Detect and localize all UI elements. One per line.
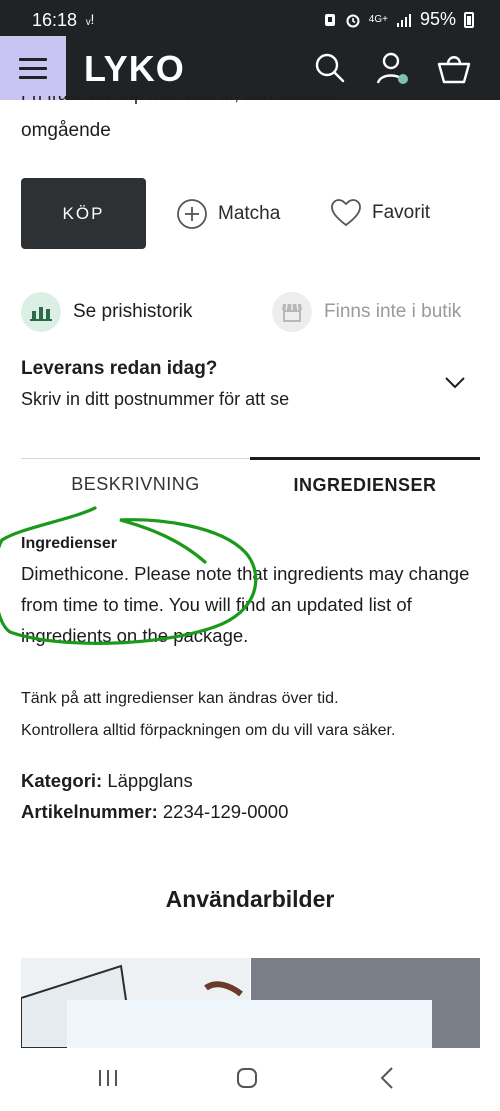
store-availability: Finns inte i butik: [272, 292, 461, 332]
note-line-1: Tänk på att ingredienser kan ändras över…: [21, 690, 339, 707]
match-button[interactable]: Matcha: [176, 198, 280, 230]
back-icon[interactable]: [378, 1066, 396, 1090]
delivery-title: Leverans redan idag?: [21, 358, 218, 379]
logo[interactable]: LYKO: [84, 48, 185, 90]
note-line-2: Kontrollera alltid förpackningen om du v…: [21, 722, 396, 739]
battery-saver-icon: [324, 13, 335, 26]
category-value[interactable]: Läppglans: [107, 770, 192, 791]
article-value: 2234-129-0000: [162, 801, 289, 822]
delivery-subtitle: Skriv in ditt postnummer för att se: [21, 389, 290, 409]
tab-ingredients[interactable]: INGREDIENSER: [250, 475, 480, 496]
ingredient-note: Tänk på att ingredienser kan ändras över…: [21, 683, 481, 747]
alarm-icon: [346, 14, 360, 27]
store-icon: [272, 292, 312, 332]
home-icon[interactable]: [236, 1067, 258, 1089]
signal-icon: [396, 13, 411, 27]
shipping-info: Fri frakt vid köp från 200 kr, kan skick…: [21, 96, 337, 106]
article-row: Artikelnummer: 2234-129-0000: [21, 796, 288, 827]
tab-description[interactable]: BESKRIVNING: [21, 474, 250, 495]
shopping-bag-icon[interactable]: [436, 50, 472, 86]
heart-icon: [331, 199, 361, 227]
bar-chart-icon: [21, 292, 61, 332]
hand-drawn-circle-annotation: [0, 506, 258, 645]
network-type: 4G+: [368, 13, 388, 25]
status-icons: 4G+ 95%: [323, 9, 474, 30]
article-label: Artikelnummer:: [21, 801, 158, 822]
battery-icon: [464, 11, 474, 28]
favorite-label: Favorit: [372, 202, 431, 223]
plus-circle-icon: [177, 199, 207, 229]
search-icon[interactable]: [312, 50, 348, 86]
favorite-button[interactable]: Favorit: [330, 198, 430, 228]
battery-percent: 95%: [419, 9, 456, 29]
buy-button[interactable]: KÖP: [21, 178, 146, 249]
product-meta: Kategori: Läppglans Artikelnummer: 2234-…: [21, 765, 288, 827]
store-label: Finns inte i butik: [324, 301, 462, 322]
app-header: LYKO: [0, 36, 500, 100]
menu-icon[interactable]: [0, 36, 66, 100]
match-label: Matcha: [218, 203, 281, 224]
status-time: 16:18: [32, 10, 78, 30]
category-label: Kategori:: [21, 770, 103, 791]
user-status-dot: [398, 74, 408, 84]
recent-apps-icon[interactable]: [96, 1069, 120, 1087]
shipping-line-2: omgående: [21, 120, 111, 141]
price-history-link[interactable]: Se prishistorik: [21, 292, 192, 332]
overlay-panel: [67, 1000, 432, 1055]
active-tab-indicator: [250, 457, 480, 460]
chevron-down-icon[interactable]: [444, 376, 466, 390]
status-bar: 16:18 ᵥ! 4G+ 95%: [0, 0, 500, 36]
price-history-label: Se prishistorik: [73, 301, 193, 322]
shipping-line-1: Fri frakt vid köp från 200 kr, kan skick…: [21, 96, 337, 104]
delivery-section[interactable]: Leverans redan idag? Skriv in ditt postn…: [21, 358, 289, 410]
wifi-call-icon: ᵥ!: [86, 11, 95, 27]
category-row: Kategori: Läppglans: [21, 765, 288, 796]
user-images-title: Användarbilder: [165, 886, 335, 912]
